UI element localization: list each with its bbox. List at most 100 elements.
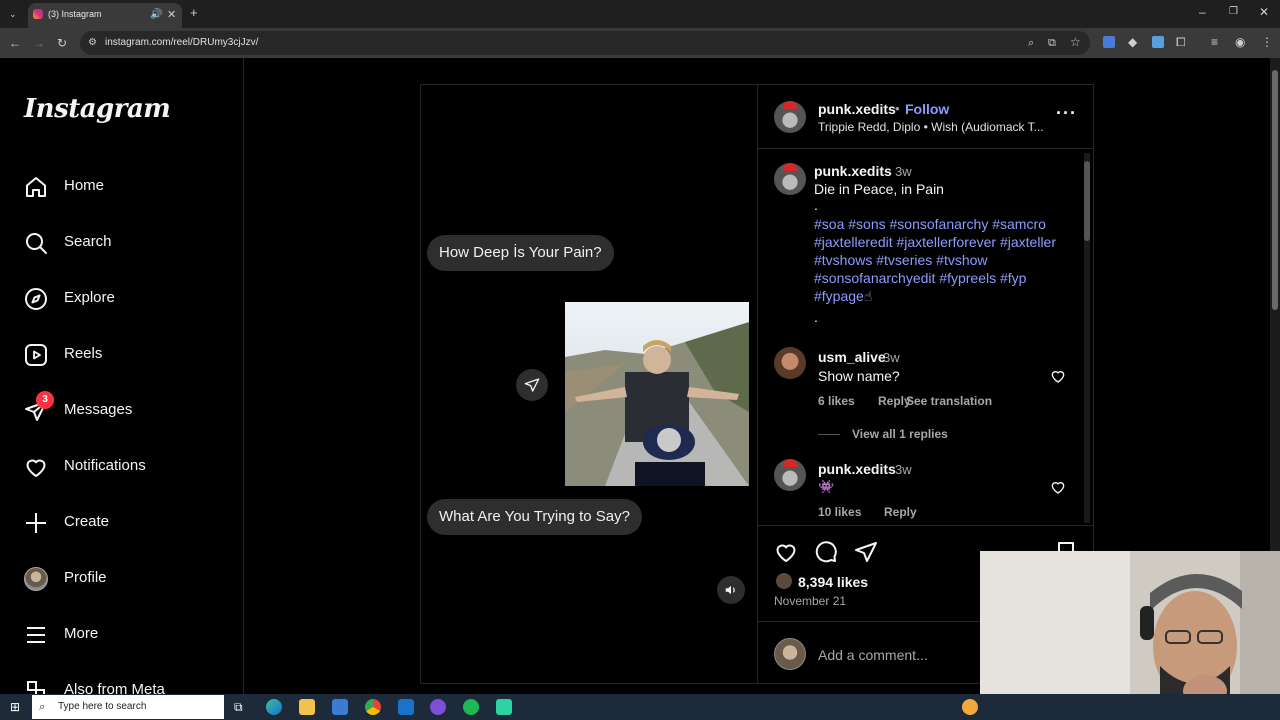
speaker-icon (725, 585, 735, 595)
like-icon[interactable] (774, 540, 798, 564)
edge-icon[interactable] (266, 699, 282, 715)
caption-author-avatar[interactable] (774, 163, 806, 195)
comment-like-icon[interactable] (1050, 368, 1066, 384)
zoom-icon[interactable]: ⌕ (1028, 37, 1034, 49)
likes-count[interactable]: 8,394 likes (798, 574, 868, 590)
window-close-icon[interactable]: ✕ (1259, 6, 1269, 18)
caption-author[interactable]: punk.xedits (814, 163, 892, 179)
nav-label-more: More (64, 625, 99, 642)
nav-more[interactable]: More (0, 613, 244, 657)
nav-messages[interactable]: 3 Messages (0, 389, 244, 433)
comment-likes[interactable]: 10 likes (818, 505, 861, 519)
reel-video[interactable]: How Deep İs Your Pain? What Are You Tryi… (420, 84, 758, 684)
nav-create[interactable]: Create (0, 501, 244, 545)
divider (758, 525, 1094, 526)
share-post-icon[interactable] (854, 540, 878, 564)
taskbar-search[interactable]: ⌕ Type here to search (32, 695, 224, 719)
nav-explore[interactable]: Explore (0, 277, 244, 321)
author-avatar[interactable] (774, 101, 806, 133)
page-scroll-thumb[interactable] (1272, 70, 1278, 310)
search-icon: ⌕ (39, 701, 46, 713)
instagram-logo[interactable]: Instagram (24, 94, 171, 124)
text-bubble-top: How Deep İs Your Pain? (427, 235, 614, 271)
forward-icon[interactable]: → (33, 37, 45, 49)
see-translation-button[interactable]: See translation (906, 394, 992, 408)
comment-avatar[interactable] (774, 347, 806, 379)
store-icon[interactable] (332, 699, 348, 715)
view-replies-button[interactable]: View all 1 replies (852, 427, 948, 441)
comment-icon[interactable] (814, 540, 838, 564)
browser-tab-bar: ⌄ (3) Instagram 🔊 ✕ + – ❐ ✕ (0, 0, 1280, 28)
tab-close-icon[interactable]: ✕ (167, 9, 176, 21)
instagram-favicon-icon (33, 9, 43, 19)
caption-hashtags[interactable]: #soa #sons #sonsofanarchy #samcro #jaxte… (814, 215, 1070, 305)
address-bar[interactable]: ⚙ instagram.com/reel/DRUmy3cjJzv/ ⌕ ⧉ ☆ (80, 31, 1090, 55)
site-info-icon[interactable]: ⚙ (88, 37, 97, 49)
file-explorer-icon[interactable] (299, 699, 315, 715)
taskbar-search-text: Type here to search (58, 701, 147, 712)
comment-username[interactable]: usm_alive (818, 349, 886, 365)
minimize-icon[interactable]: – (1199, 6, 1206, 18)
share-icon[interactable] (516, 369, 548, 401)
media-control-icon[interactable]: ≡ (1211, 36, 1218, 48)
heart-icon (26, 459, 46, 477)
bookmark-star-icon[interactable]: ☆ (1070, 36, 1081, 48)
author-username[interactable]: punk.xedits (818, 101, 896, 117)
comment-likes[interactable]: 6 likes (818, 394, 855, 408)
extension-translate-icon[interactable] (1103, 36, 1115, 48)
back-icon[interactable]: ← (9, 37, 21, 49)
extension-diamond-icon[interactable]: ◆ (1128, 36, 1137, 48)
nav-label-notifications: Notifications (64, 457, 146, 474)
comment-username[interactable]: punk.xedits (818, 461, 896, 477)
meta-icon (27, 681, 45, 694)
restore-icon[interactable]: ❐ (1229, 6, 1238, 18)
nav-profile[interactable]: Profile (0, 557, 244, 601)
reload-icon[interactable]: ↻ (57, 37, 67, 49)
search-icon (26, 233, 47, 254)
nav-search[interactable]: Search (0, 221, 244, 265)
new-tab-icon[interactable]: + (190, 6, 198, 19)
app-teal-icon[interactable] (496, 699, 512, 715)
nav-also-from-meta[interactable]: Also from Meta (0, 669, 244, 694)
app-purple-icon[interactable] (430, 699, 446, 715)
browser-tab-instagram[interactable]: (3) Instagram 🔊 ✕ (28, 3, 182, 28)
profile-icon[interactable]: ◉ (1235, 36, 1245, 48)
extensions-puzzle-icon[interactable]: ⧠ (1176, 36, 1186, 48)
chrome-icon[interactable] (365, 699, 381, 715)
browser-toolbar: ← → ↻ ⚙ instagram.com/reel/DRUmy3cjJzv/ … (0, 28, 1280, 58)
install-icon[interactable]: ⧉ (1048, 37, 1056, 49)
nav-home[interactable]: Home (0, 165, 244, 209)
mute-button[interactable] (717, 576, 745, 604)
comments-scroll-thumb[interactable] (1084, 161, 1090, 241)
comments-scrollbar[interactable] (1084, 153, 1090, 523)
home-icon (26, 177, 46, 197)
follow-button[interactable]: Follow (905, 101, 949, 117)
caption-dot-2: . (814, 309, 818, 325)
liker-avatar (776, 573, 792, 589)
post-header: punk.xedits • Follow Trippie Redd, Diplo… (758, 85, 1094, 149)
comment-text: 👾 (818, 479, 835, 494)
nav-label-explore: Explore (64, 289, 115, 306)
weather-icon[interactable] (962, 699, 978, 715)
comment-like-icon[interactable] (1050, 479, 1066, 495)
nav-reels[interactable]: Reels (0, 333, 244, 377)
audio-track[interactable]: Trippie Redd, Diplo • Wish (Audiomack T.… (818, 120, 1058, 134)
comment-time: 3w (883, 350, 900, 365)
spotify-icon[interactable] (463, 699, 479, 715)
windows-start-icon[interactable]: ⊞ (10, 701, 20, 713)
nav-label-create: Create (64, 513, 110, 530)
outlook-icon[interactable] (398, 699, 414, 715)
comment-reply-button[interactable]: Reply (884, 505, 917, 519)
tab-list-icon[interactable]: ⌄ (9, 8, 17, 20)
extension-blue-icon[interactable] (1152, 36, 1164, 48)
more-options-icon[interactable]: ··· (1056, 103, 1077, 124)
add-comment-input[interactable]: Add a comment... (818, 647, 928, 663)
nav-notifications[interactable]: Notifications (0, 445, 244, 489)
task-view-icon[interactable]: ⧉ (234, 701, 243, 713)
comment-avatar[interactable] (774, 459, 806, 491)
comment-text: Show name? (818, 368, 900, 384)
chrome-menu-icon[interactable]: ⋮ (1261, 36, 1273, 48)
nav-label-search: Search (64, 233, 112, 250)
windows-taskbar: ⊞ ⌕ Type here to search ⧉ (0, 694, 1280, 720)
tab-audio-icon[interactable]: 🔊 (150, 9, 162, 21)
